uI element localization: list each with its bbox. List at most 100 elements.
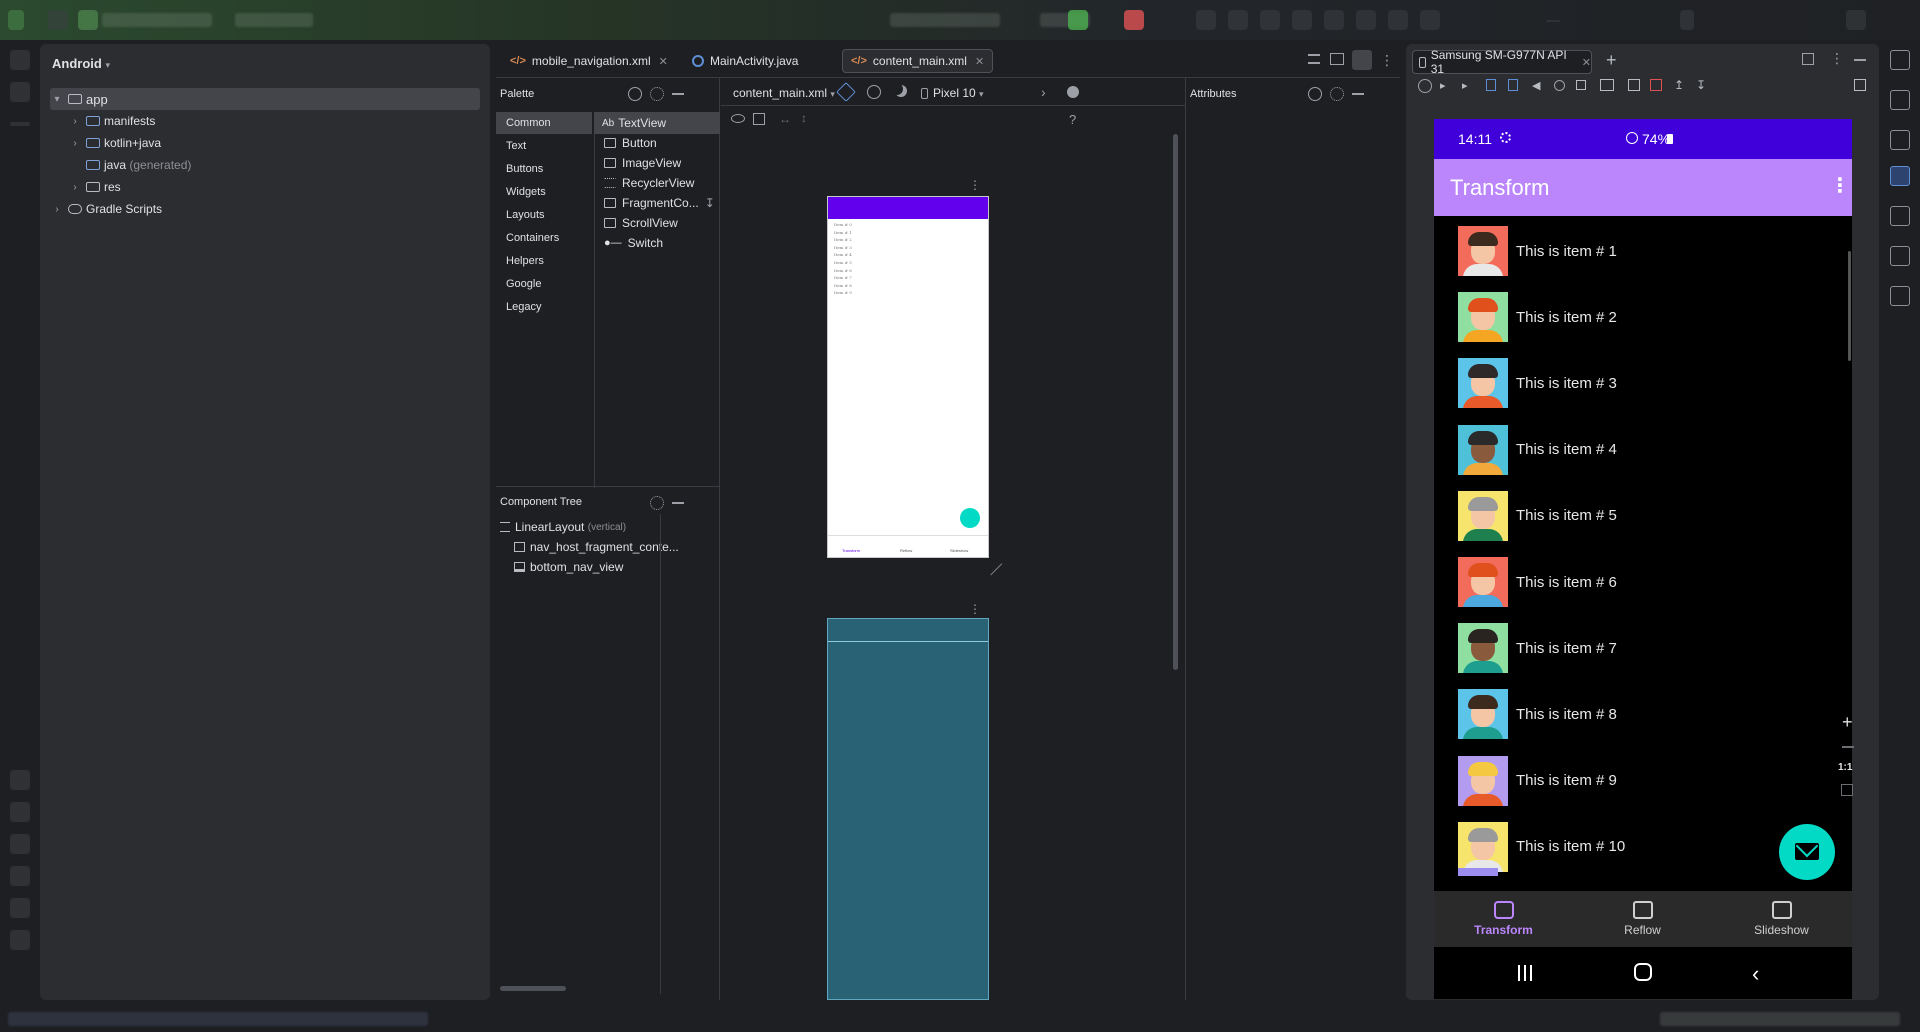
stop-icon[interactable] — [1124, 10, 1144, 30]
tab-content-main[interactable]: </> content_main.xml ✕ — [842, 49, 994, 73]
project-name-blurred[interactable] — [102, 13, 212, 27]
design-preview[interactable]: Item # 0 Item # 1 Item # 2 Item # 3 Item # 4… — [827, 196, 989, 558]
zoom-out-icon[interactable] — [1842, 746, 1854, 748]
device-frame-icon[interactable] — [1600, 79, 1614, 91]
palette-item-switch[interactable]: ●— Switch — [604, 236, 663, 250]
help-icon[interactable]: ? — [1069, 112, 1076, 127]
design-canvas[interactable]: ⋮ Item # 0 Item # 1 Item # 2 Item # 3 Item #… — [721, 134, 1185, 1000]
tree-item-app[interactable]: ▾ app — [50, 88, 480, 110]
device-manager-icon[interactable] — [1890, 130, 1910, 150]
device-selector-blurred[interactable] — [890, 13, 1000, 27]
palette-item-imageview[interactable]: ImageView — [604, 156, 681, 170]
orientation-icon[interactable] — [867, 85, 881, 99]
more-tools-icon[interactable] — [10, 122, 30, 126]
palette-category-google[interactable]: Google — [506, 278, 541, 290]
eye-icon[interactable] — [731, 114, 745, 123]
upload-icon[interactable]: ↥ — [1674, 78, 1684, 92]
mirror-icon[interactable] — [1854, 79, 1866, 91]
nav-reflow[interactable]: Reflow — [1573, 891, 1712, 947]
rotate-right-icon[interactable] — [1508, 79, 1518, 91]
palette-category-layouts[interactable]: Layouts — [506, 209, 545, 221]
component-nav-host-fragment[interactable]: nav_host_fragment_conte... — [514, 540, 679, 554]
vcs-blurred[interactable] — [235, 13, 313, 27]
terminal-icon[interactable] — [10, 898, 30, 918]
component-linearlayout[interactable]: LinearLayout (vertical) — [500, 520, 626, 534]
profile-icon[interactable] — [1420, 10, 1440, 30]
back-button-icon[interactable]: ‹ — [1752, 961, 1759, 987]
palette-item-button[interactable]: Button — [604, 136, 657, 150]
tree-item-java-generated[interactable]: java (generated) — [68, 154, 191, 176]
list-item[interactable]: This is item # 1 — [1458, 226, 1617, 276]
chevron-right-icon[interactable]: › — [50, 204, 64, 215]
gear-icon[interactable] — [650, 496, 664, 510]
list-item[interactable]: This is item # 2 — [1458, 292, 1617, 343]
device-screen[interactable]: 14:11 74% Transform ⋮ This is item # 1 Th… — [1434, 119, 1852, 999]
add-device-icon[interactable]: + — [1606, 50, 1617, 71]
minimize-icon[interactable] — [1546, 20, 1560, 22]
external-window-icon[interactable] — [1802, 53, 1814, 65]
gemini-icon[interactable] — [1890, 90, 1910, 110]
notifications-icon[interactable] — [1890, 50, 1910, 70]
minimize-panel-icon[interactable] — [1854, 59, 1866, 61]
canvas-scrollbar[interactable] — [1173, 134, 1178, 670]
home-button-icon[interactable] — [1634, 963, 1652, 981]
email-fab[interactable] — [1779, 824, 1835, 880]
rotate-left-icon[interactable] — [1486, 79, 1496, 91]
close-tab-icon[interactable]: ✕ — [1582, 56, 1591, 69]
horizontal-resize-icon[interactable]: ↔ — [779, 112, 791, 126]
search-icon[interactable] — [1308, 87, 1322, 101]
gear-icon[interactable] — [1330, 87, 1344, 101]
component-bottom-nav-view[interactable]: bottom_nav_view — [514, 560, 623, 574]
tab-mobile-navigation[interactable]: </> mobile_navigation.xml ✕ — [502, 49, 676, 73]
code-view-icon[interactable] — [1308, 54, 1320, 64]
tree-item-manifests[interactable]: › manifests — [68, 110, 155, 132]
list-item[interactable]: This is item # 8 — [1458, 689, 1617, 740]
tree-item-kotlin-java[interactable]: › kotlin+java — [68, 132, 161, 154]
minimize-panel-icon[interactable] — [1352, 93, 1364, 95]
commit-tool-icon[interactable] — [10, 82, 30, 102]
palette-category-containers[interactable]: Containers — [506, 232, 559, 244]
chevron-right-icon[interactable]: › — [68, 138, 82, 149]
volume-up-icon[interactable]: ▸ — [1440, 79, 1446, 92]
logcat-icon[interactable] — [10, 834, 30, 854]
project-view-selector[interactable]: Android ▾ — [52, 56, 110, 71]
split-view-icon[interactable] — [1330, 53, 1344, 65]
device-tab[interactable]: Samsung SM-G977N API 31 ✕ — [1412, 48, 1592, 76]
project-icon[interactable] — [78, 10, 98, 30]
status-widgets-blurred[interactable] — [1660, 1012, 1900, 1026]
main-menu-icon[interactable] — [48, 10, 68, 30]
chevron-right-icon[interactable]: › — [1041, 84, 1046, 100]
version-control-icon[interactable] — [10, 930, 30, 950]
toolbar-icon-4[interactable] — [1292, 10, 1312, 30]
volume-down-icon[interactable]: ▸ — [1462, 79, 1468, 92]
layout-file-selector[interactable]: content_main.xml ▾ — [733, 86, 835, 100]
layout-inspector-icon[interactable] — [1890, 246, 1910, 266]
tree-item-res[interactable]: › res — [68, 176, 120, 198]
tab-main-activity[interactable]: MainActivity.java — [684, 49, 806, 73]
list-item[interactable]: This is item # 4 — [1458, 424, 1617, 475]
chevron-right-icon[interactable]: › — [68, 116, 82, 127]
palette-item-textview[interactable]: Ab TextView — [594, 112, 720, 134]
blueprint-icon[interactable] — [753, 113, 765, 125]
design-view-icon[interactable] — [1352, 50, 1372, 70]
vertical-resize-icon[interactable]: ↕ — [801, 111, 807, 125]
maximize-icon[interactable] — [1680, 10, 1694, 30]
palette-item-recyclerview[interactable]: RecyclerView — [604, 176, 694, 190]
run-icon[interactable] — [1068, 10, 1088, 30]
palette-category-text[interactable]: Text — [506, 140, 526, 152]
running-devices-icon[interactable] — [1890, 166, 1910, 186]
list-item[interactable]: This is item # 6 — [1458, 557, 1617, 607]
resource-manager-icon[interactable] — [1890, 286, 1910, 306]
device-explorer-icon[interactable] — [1890, 206, 1910, 226]
chevron-down-icon[interactable]: ▾ — [50, 94, 64, 105]
search-everywhere-icon[interactable] — [1356, 10, 1376, 30]
zoom-in-icon[interactable]: + — [1842, 712, 1853, 733]
list-item[interactable]: This is item # 7 — [1458, 623, 1617, 674]
toolbar-icon-3[interactable] — [1260, 10, 1280, 30]
palette-item-scrollview[interactable]: ScrollView — [604, 216, 678, 230]
horizontal-scrollbar[interactable] — [500, 986, 566, 991]
power-icon[interactable] — [1418, 79, 1432, 93]
list-item[interactable]: This is item # 9 — [1458, 755, 1617, 806]
palette-category-helpers[interactable]: Helpers — [506, 255, 544, 267]
night-mode-icon[interactable] — [895, 85, 907, 97]
